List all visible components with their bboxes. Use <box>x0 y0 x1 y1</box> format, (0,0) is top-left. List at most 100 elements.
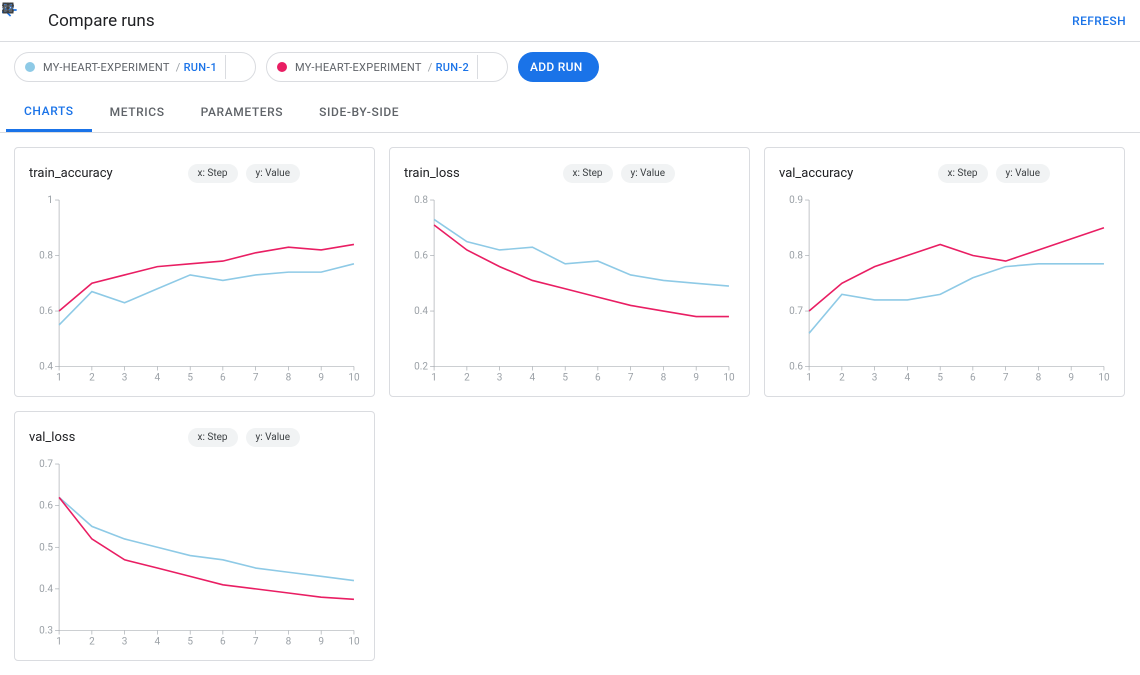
tab-charts[interactable]: CHARTS <box>6 92 92 132</box>
chart-card-val_accuracy: val_accuracy x: Step y: Value 0.6 0.7 0.8 0.9 1… <box>764 147 1125 397</box>
fullscreen-button[interactable] <box>308 162 330 184</box>
run-chip-1[interactable]: MY-HEART-EXPERIMENT / RUN-1 <box>14 52 256 82</box>
more-button[interactable] <box>713 162 735 184</box>
chart-plot[interactable]: 0.20.40.60.812345678910 <box>404 194 735 386</box>
svg-text:0.8: 0.8 <box>789 250 803 261</box>
svg-text:10: 10 <box>1098 373 1110 384</box>
svg-text:2: 2 <box>89 373 95 384</box>
svg-text:9: 9 <box>693 373 699 384</box>
svg-text:2: 2 <box>89 637 95 648</box>
svg-text:8: 8 <box>286 373 292 384</box>
svg-text:8: 8 <box>1036 373 1042 384</box>
svg-text:0.7: 0.7 <box>39 459 53 470</box>
svg-text:4: 4 <box>155 373 161 384</box>
svg-text:2: 2 <box>464 373 470 384</box>
svg-text:10: 10 <box>348 637 360 648</box>
svg-text:6: 6 <box>595 373 601 384</box>
svg-text:9: 9 <box>1068 373 1074 384</box>
chart-title: val_accuracy <box>779 166 930 181</box>
chart-card-train_accuracy: train_accuracy x: Step y: Value 0.4 0.6 0.8 1 1… <box>14 147 375 397</box>
fullscreen-button[interactable] <box>683 162 705 184</box>
svg-text:0.6: 0.6 <box>39 306 53 317</box>
refresh-label: REFRESH <box>1072 14 1126 28</box>
y-axis-pill[interactable]: y: Value <box>246 428 300 447</box>
svg-text:5: 5 <box>562 373 568 384</box>
svg-text:0.9: 0.9 <box>789 195 803 206</box>
x-axis-pill[interactable]: x: Step <box>188 428 238 447</box>
svg-text:0.4: 0.4 <box>39 362 53 373</box>
svg-text:6: 6 <box>220 373 226 384</box>
svg-text:0.4: 0.4 <box>39 584 53 595</box>
svg-text:2: 2 <box>839 373 845 384</box>
run1-dot-icon <box>25 62 35 72</box>
svg-text:9: 9 <box>318 373 324 384</box>
svg-text:0.7: 0.7 <box>789 306 803 317</box>
svg-text:4: 4 <box>530 373 536 384</box>
more-button[interactable] <box>338 426 360 448</box>
x-axis-pill[interactable]: x: Step <box>938 164 988 183</box>
chart-title: val_loss <box>29 430 180 445</box>
y-axis-pill[interactable]: y: Value <box>996 164 1050 183</box>
y-axis-pill[interactable]: y: Value <box>621 164 675 183</box>
svg-text:8: 8 <box>286 637 292 648</box>
x-axis-pill[interactable]: x: Step <box>563 164 613 183</box>
add-run-label: ADD RUN <box>530 60 583 74</box>
run2-dropdown-button[interactable] <box>477 55 501 79</box>
tab-label: METRICS <box>110 105 165 119</box>
svg-text:7: 7 <box>253 373 259 384</box>
run1-run: RUN-1 <box>184 61 217 74</box>
svg-text:0.6: 0.6 <box>789 362 803 373</box>
svg-text:0.6: 0.6 <box>39 501 53 512</box>
back-button[interactable] <box>14 10 36 32</box>
more-button[interactable] <box>1088 162 1110 184</box>
add-run-button[interactable]: ADD RUN <box>518 52 599 82</box>
svg-text:3: 3 <box>122 637 128 648</box>
svg-text:1: 1 <box>47 195 53 206</box>
run-chip-2[interactable]: MY-HEART-EXPERIMENT / RUN-2 <box>266 52 508 82</box>
chart-plot[interactable]: 0.30.40.50.60.712345678910 <box>29 458 360 650</box>
tab-metrics[interactable]: METRICS <box>92 92 183 132</box>
svg-text:0.3: 0.3 <box>39 626 53 637</box>
svg-text:1: 1 <box>56 637 62 648</box>
page-title: Compare runs <box>48 11 155 31</box>
svg-text:0.2: 0.2 <box>414 362 428 373</box>
svg-text:9: 9 <box>318 637 324 648</box>
fullscreen-button[interactable] <box>308 426 330 448</box>
chart-plot[interactable]: 0.60.70.80.912345678910 <box>779 194 1110 386</box>
svg-text:10: 10 <box>348 373 360 384</box>
chart-title: train_accuracy <box>29 166 180 181</box>
svg-text:1: 1 <box>56 373 62 384</box>
svg-text:3: 3 <box>122 373 128 384</box>
tab-label: CHARTS <box>24 104 74 118</box>
svg-text:0.8: 0.8 <box>39 250 53 261</box>
more-vert-icon <box>0 0 16 16</box>
svg-text:0.4: 0.4 <box>414 306 428 317</box>
tab-side-by-side[interactable]: SIDE-BY-SIDE <box>301 92 417 132</box>
svg-text:3: 3 <box>497 373 503 384</box>
refresh-button[interactable]: REFRESH <box>1072 14 1126 28</box>
fullscreen-button[interactable] <box>1058 162 1080 184</box>
y-axis-pill[interactable]: y: Value <box>246 164 300 183</box>
svg-text:5: 5 <box>187 373 193 384</box>
chart-card-train_loss: train_lossx: Stepy: Value0.20.40.60.8123… <box>389 147 750 397</box>
svg-text:1: 1 <box>431 373 437 384</box>
tab-label: SIDE-BY-SIDE <box>319 105 399 119</box>
chart-card-val_loss: val_lossx: Stepy: Value0.30.40.50.60.712… <box>14 411 375 661</box>
svg-text:0.6: 0.6 <box>414 250 428 261</box>
svg-text:4: 4 <box>155 637 161 648</box>
svg-text:7: 7 <box>628 373 634 384</box>
tab-label: PARAMETERS <box>201 105 284 119</box>
more-button[interactable] <box>338 162 360 184</box>
svg-text:3: 3 <box>872 373 878 384</box>
chart-plot[interactable]: 0.4 0.6 0.8 1 1 2 3 4 5 6 7 8 9 10 <box>29 194 360 386</box>
svg-text:5: 5 <box>187 637 193 648</box>
tab-parameters[interactable]: PARAMETERS <box>183 92 302 132</box>
svg-text:6: 6 <box>970 373 976 384</box>
svg-text:8: 8 <box>661 373 667 384</box>
run2-dot-icon <box>277 62 287 72</box>
x-axis-pill[interactable]: x: Step <box>188 164 238 183</box>
svg-text:4: 4 <box>905 373 911 384</box>
svg-text:5: 5 <box>937 373 943 384</box>
run1-dropdown-button[interactable] <box>225 55 249 79</box>
svg-text:7: 7 <box>253 637 259 648</box>
